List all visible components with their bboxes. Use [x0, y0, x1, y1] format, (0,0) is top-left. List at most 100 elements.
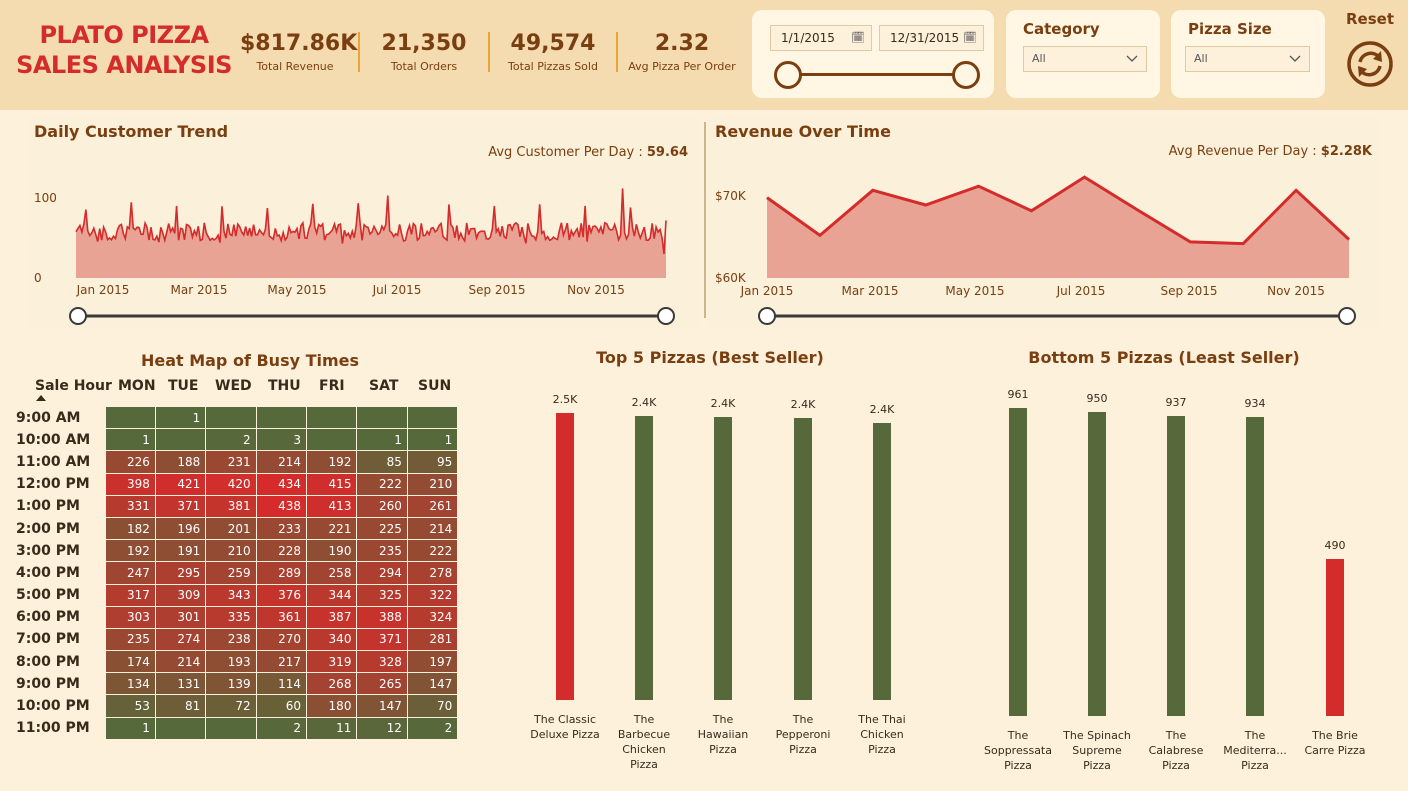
heatmap-cell: 2: [255, 716, 308, 740]
kpi-label: Total Pizzas Sold: [508, 60, 598, 73]
heatmap-cell: 134: [104, 672, 156, 696]
heatmap-cell: 1: [104, 428, 156, 452]
kpi-value: 21,350: [381, 31, 467, 56]
heatmap-row-label: 6:00 PM: [16, 609, 80, 626]
heatmap-cell: 343: [205, 583, 257, 607]
kpi-divider: [616, 32, 618, 72]
heatmap-row: 10:00 AM 1 2 3 1 1: [8, 428, 459, 452]
bar: [1009, 408, 1027, 716]
kpi-value: $817.86K: [240, 31, 358, 56]
heatmap-row: 11:00 PM 1 2 11 12 2: [8, 716, 459, 740]
kpi-divider: [358, 32, 360, 72]
date-slider-start-handle[interactable]: [774, 61, 802, 89]
end-date-input[interactable]: 12/31/2015 🗓: [879, 25, 984, 51]
heatmap-row-label: 11:00 PM: [16, 720, 90, 737]
heatmap-cell: 53: [104, 694, 156, 718]
heatmap-row-label: 10:00 PM: [16, 698, 90, 715]
kpi-value: 49,574: [510, 31, 596, 56]
heatmap-cell: 214: [255, 450, 308, 474]
category-selected: All: [1032, 52, 1046, 65]
heatmap-cell: 259: [205, 561, 257, 585]
heatmap-cell: 221: [306, 516, 358, 541]
heatmap-cell: 317: [104, 583, 156, 607]
avg-customer-annotation: Avg Customer Per Day : 59.64: [430, 145, 688, 160]
reset-icon[interactable]: [1346, 40, 1394, 88]
heatmap-cell: 2: [406, 716, 459, 740]
bar-data-label: 934: [1244, 396, 1266, 410]
bar-data-label: 2.4K: [710, 397, 736, 411]
heatmap-cell: 434: [255, 472, 308, 496]
heatmap-cell: [205, 405, 257, 430]
revenue-range-start-handle[interactable]: [758, 307, 776, 325]
bar-category-label: The Spinach Supreme Pizza: [1063, 729, 1131, 772]
heatmap-cell: 192: [306, 450, 358, 474]
heatmap-column-headers: MON TUE WED THU FRI SAT SUN: [112, 378, 466, 398]
kpi-label: Avg Pizza Per Order: [628, 60, 736, 73]
kpi-total-orders: 21,350 Total Orders: [372, 30, 476, 73]
daily-range-end-handle[interactable]: [657, 307, 675, 325]
bar: [556, 413, 574, 700]
date-slider-end-handle[interactable]: [952, 61, 980, 89]
heatmap-cell: 222: [356, 472, 408, 496]
heatmap-row-label: 9:00 AM: [16, 409, 81, 426]
heatmap-row-label: 8:00 PM: [16, 653, 80, 670]
annotation-label: Avg Revenue Per Day :: [1168, 144, 1321, 159]
heatmap-cell: 95: [406, 450, 459, 474]
bar: [1088, 411, 1106, 716]
heatmap-cell: 1: [406, 428, 459, 452]
x-tick-label: Jan 2015: [76, 283, 130, 297]
heatmap-cell: 235: [104, 627, 156, 652]
sort-asc-icon[interactable]: [36, 395, 46, 401]
revenue-range-end-handle[interactable]: [1338, 307, 1356, 325]
x-tick-label: Nov 2015: [567, 283, 625, 297]
heatmap-cell: 188: [154, 450, 207, 474]
heatmap-cell: 2: [205, 428, 257, 452]
annotation-value: $2.28K: [1320, 144, 1372, 159]
heatmap-cell: 303: [104, 605, 156, 629]
heatmap-cell: 81: [154, 694, 207, 718]
heatmap-title: Heat Map of Busy Times: [140, 351, 360, 370]
heatmap-row-label: 12:00 PM: [16, 476, 90, 493]
start-date-input[interactable]: 1/1/2015 🗓: [770, 25, 872, 51]
heatmap-cell: 361: [255, 605, 308, 629]
heatmap-cell: 398: [104, 472, 156, 496]
heatmap-cell: 260: [356, 494, 408, 518]
heatmap-cell: 324: [406, 605, 459, 629]
category-dropdown[interactable]: All: [1023, 46, 1147, 72]
heatmap-row: 9:00 AM 1: [8, 405, 459, 430]
heatmap-cell: 131: [154, 672, 207, 696]
daily-range-start-handle[interactable]: [69, 307, 87, 325]
heatmap-cell: 344: [306, 583, 358, 607]
calendar-icon[interactable]: 🗓: [851, 26, 865, 50]
daily-customer-chart: 100 0 Jan 2015 Mar 2015 May 2015 Jul 2015 Sep …: [34, 188, 675, 325]
bottom5-title: Bottom 5 Pizzas (Least Seller): [1028, 348, 1300, 367]
heatmap-row-header[interactable]: Sale Hour: [35, 378, 112, 394]
heatmap-cell: 294: [356, 561, 408, 585]
heatmap-cell: 438: [255, 494, 308, 518]
heatmap-cell: 70: [406, 694, 459, 718]
calendar-icon[interactable]: 🗓: [963, 26, 977, 50]
bar-category-label: The Brie Carre Pizza: [1304, 729, 1366, 757]
heatmap-cell: 387: [306, 605, 358, 629]
heatmap-col-tue: TUE: [168, 378, 199, 394]
heatmap-cell: 415: [306, 472, 358, 496]
heatmap-row-label: 4:00 PM: [16, 564, 80, 581]
bar-category-label: The Thai Chicken Pizza: [858, 713, 906, 756]
panel-divider: [704, 122, 706, 318]
heatmap-cell: 295: [154, 561, 207, 585]
date-slider-track[interactable]: [787, 73, 967, 76]
x-tick-label: Mar 2015: [171, 283, 228, 297]
heatmap-cell: 231: [205, 450, 257, 474]
top5-chart: 2.5K The Classic Deluxe Pizza 2.4K The Barb…: [520, 380, 920, 780]
heatmap-cell: 421: [154, 472, 207, 496]
x-tick-label: Nov 2015: [1267, 284, 1325, 298]
daily-chart-title: Daily Customer Trend: [34, 122, 229, 141]
size-dropdown[interactable]: All: [1185, 46, 1310, 72]
heatmap-cell: 193: [205, 650, 257, 674]
y-tick-label: $60K: [715, 271, 747, 285]
chevron-down-icon: [1126, 55, 1138, 62]
y-tick-label: $70K: [715, 189, 747, 203]
heatmap-cell: 238: [205, 627, 257, 652]
heatmap-cell: 247: [104, 561, 156, 585]
bar-category-label: The Classic Deluxe Pizza: [530, 713, 600, 741]
